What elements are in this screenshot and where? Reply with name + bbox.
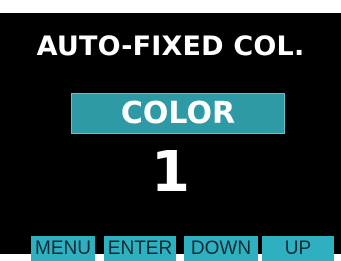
up-button[interactable]: UP [262,236,334,261]
enter-button[interactable]: ENTER [104,236,176,261]
mode-label: COLOR [120,95,236,131]
value-display: 1 [151,140,190,205]
menu-button[interactable]: MENU [31,236,95,261]
mode-selector[interactable]: COLOR [71,93,285,134]
display-screen: AUTO-FIXED COL. COLOR 1 MENU ENTER DOWN … [0,12,341,261]
down-button[interactable]: DOWN [184,236,258,261]
screen-title: AUTO-FIXED COL. [36,31,305,62]
